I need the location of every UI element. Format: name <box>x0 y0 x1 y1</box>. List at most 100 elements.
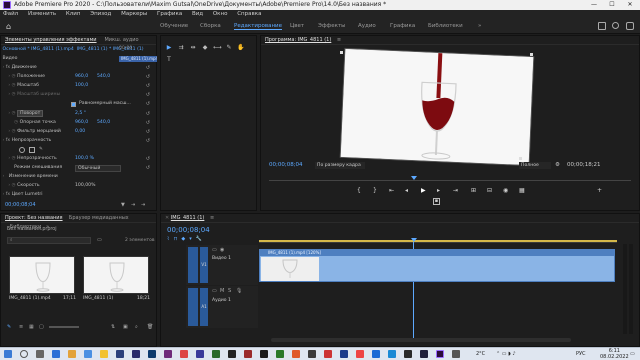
project-item-name[interactable]: IMG_4811 (1).mp4 <box>9 296 51 301</box>
photoshop-icon[interactable] <box>148 350 156 358</box>
search-icon[interactable]: ⌕ <box>135 324 138 330</box>
ripple-edit-tool-icon[interactable]: ⇹ <box>189 44 197 52</box>
reset-icon[interactable]: ↺ <box>146 164 150 173</box>
export-icon-2[interactable]: ⇥ <box>141 202 145 208</box>
camera-icon[interactable]: ▪ <box>433 198 440 205</box>
zoom-slider[interactable] <box>49 326 79 328</box>
app-icon[interactable] <box>180 350 188 358</box>
video-frame[interactable] <box>340 48 534 166</box>
ec-position-y[interactable]: 540,0 <box>97 73 110 82</box>
maximize-button[interactable]: ☐ <box>603 0 621 10</box>
timeline-scrollbar[interactable] <box>271 338 571 342</box>
workspace-tab-color[interactable]: Цвет <box>290 23 304 29</box>
project-item-name[interactable]: IMG_4811 (1) <box>83 296 113 301</box>
reset-icon[interactable]: ↺ <box>146 82 150 91</box>
selection-tool-icon[interactable]: ▶ <box>165 44 173 52</box>
app-icon[interactable] <box>452 350 460 358</box>
tab-effect-controls[interactable]: Элементы управления эффектами <box>5 37 97 43</box>
step-back-icon[interactable]: ◂ <box>405 187 408 195</box>
app-icon[interactable] <box>292 350 300 358</box>
mark-in-icon[interactable]: { <box>357 187 361 195</box>
reset-icon[interactable]: ↺ <box>146 155 150 164</box>
app-icon[interactable] <box>244 350 252 358</box>
reset-icon[interactable]: ↺ <box>146 128 150 137</box>
new-item-icon[interactable]: ▣ <box>123 324 128 330</box>
workspace-tab-libraries[interactable]: Библиотеки <box>428 23 463 29</box>
app-icon[interactable] <box>356 350 364 358</box>
razor-tool-icon[interactable]: ◆ <box>201 44 209 52</box>
reset-icon[interactable]: ↺ <box>146 137 150 146</box>
new-bin-icon[interactable]: ▭ <box>97 237 102 243</box>
list-view-icon[interactable]: ≡ <box>19 324 23 330</box>
app-icon[interactable] <box>372 350 380 358</box>
track-target-v1[interactable]: V1 <box>200 247 208 283</box>
insert-icon[interactable]: ⊞ <box>471 187 476 195</box>
reset-icon[interactable]: ↺ <box>146 73 150 82</box>
step-forward-icon[interactable]: ▸ <box>437 187 440 195</box>
program-monitor-tab[interactable]: Программа: IMG_4811 (1) <box>265 37 331 43</box>
add-button-icon[interactable]: + <box>597 187 602 195</box>
ec-sequence-clip[interactable]: IMG_4811 (1) * IMG_4811 (1) <box>77 47 144 52</box>
ec-opacity-value[interactable]: 100,0 % <box>75 155 94 164</box>
workspace-tab-editing[interactable]: Редактирование <box>234 23 282 30</box>
play-icon[interactable]: ▶ <box>421 187 426 195</box>
search-icon[interactable] <box>612 22 619 29</box>
overwrite-icon[interactable]: ⊟ <box>487 187 492 195</box>
app-icon[interactable] <box>84 350 92 358</box>
transform-handle[interactable] <box>519 157 522 160</box>
source-patch-a1[interactable] <box>188 288 198 326</box>
start-button-icon[interactable] <box>4 350 12 358</box>
reset-icon[interactable]: ↺ <box>146 100 150 109</box>
menu-window[interactable]: Окно <box>213 11 228 17</box>
firefox-icon[interactable] <box>68 350 76 358</box>
sync-lock-icon[interactable]: ▭ <box>212 247 217 253</box>
video-clip[interactable]: IMG_4811 (1).mp4 [120%] <box>259 249 615 282</box>
sync-lock-icon[interactable]: ▭ <box>212 288 217 294</box>
transform-handle[interactable] <box>530 53 533 56</box>
type-tool-icon[interactable]: T <box>165 56 173 64</box>
menu-file[interactable]: Файл <box>3 11 18 17</box>
weather-temp[interactable]: 2°C <box>476 351 485 357</box>
app-icon[interactable] <box>404 350 412 358</box>
project-search-input[interactable]: ⌕ <box>7 237 91 244</box>
reset-icon[interactable]: ↺ <box>146 91 150 100</box>
app-icon[interactable] <box>116 350 124 358</box>
ec-blend-select[interactable]: Обычный <box>75 165 121 172</box>
menu-sequence[interactable]: Эпизод <box>90 11 111 17</box>
menu-graphics[interactable]: Графика <box>157 11 182 17</box>
timeline-tab[interactable]: IMG_4811 (1) <box>171 215 205 221</box>
tab-audio-mixer[interactable]: Микш. аудио <box>104 37 138 43</box>
ec-time-remap-header[interactable]: › Изменение времени <box>1 173 156 182</box>
reset-icon[interactable]: ↺ <box>146 64 150 73</box>
sort-icon[interactable]: ⇅ <box>111 324 115 330</box>
ec-opacity-header[interactable]: › fx Непрозрачность ↺ <box>1 137 156 146</box>
wrench-icon[interactable]: ⚙ <box>555 162 560 168</box>
edge-browser-icon[interactable] <box>52 350 60 358</box>
search-icon[interactable] <box>20 350 28 358</box>
menu-clip[interactable]: Клип <box>66 11 81 17</box>
app-icon[interactable] <box>276 350 284 358</box>
close-tab-icon[interactable]: ✕ <box>165 215 169 221</box>
workspace-more[interactable]: » <box>478 23 481 29</box>
file-explorer-icon[interactable] <box>100 350 108 358</box>
rectangle-mask-icon[interactable] <box>29 147 35 153</box>
workspace-tab-audio[interactable]: Аудио <box>358 23 376 29</box>
ec-flicker-value[interactable]: 0,00 <box>75 128 85 137</box>
export-frame-icon[interactable]: ◉ <box>503 187 508 195</box>
uniform-scale-checkbox[interactable] <box>71 102 76 107</box>
app-icon[interactable] <box>388 350 396 358</box>
app-icon[interactable] <box>324 350 332 358</box>
ec-position-x[interactable]: 960,0 <box>75 73 88 82</box>
timeline-timecode[interactable]: 00;00;08;04 <box>167 226 210 234</box>
app-icon[interactable] <box>228 350 236 358</box>
clock[interactable]: 6:11 08.02.2022 <box>600 348 629 360</box>
close-button[interactable]: ✕ <box>621 0 639 10</box>
slip-tool-icon[interactable]: ⟷ <box>213 44 222 52</box>
notification-icon[interactable]: ▭ <box>630 351 635 357</box>
ec-anchor-x[interactable]: 960,0 <box>75 119 88 128</box>
workspace-tab-effects[interactable]: Эффекты <box>318 23 346 29</box>
minimize-button[interactable]: — <box>585 0 603 10</box>
app-icon[interactable] <box>212 350 220 358</box>
timeline-toggles[interactable]: ⌇⊓◆▾🔧 <box>167 236 206 242</box>
track-target-a1[interactable]: A1 <box>200 288 208 326</box>
